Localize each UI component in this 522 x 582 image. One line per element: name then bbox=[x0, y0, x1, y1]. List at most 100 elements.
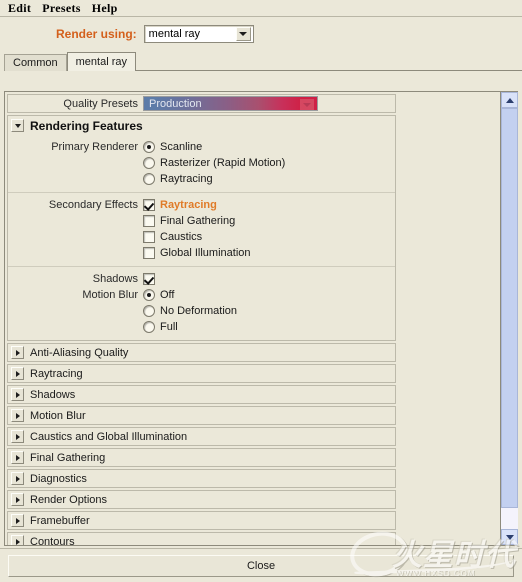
radio-rasterizer[interactable] bbox=[143, 156, 155, 169]
rollout-title-text: Rendering Features bbox=[30, 118, 143, 133]
row-secondary-raytracing[interactable]: Secondary Effects Raytracing bbox=[8, 197, 395, 212]
rollout-header-contours[interactable]: Contours bbox=[7, 532, 396, 545]
menu-bar: Edit Presets Help bbox=[0, 0, 522, 17]
checkbox-label-raytracing: Raytracing bbox=[160, 198, 217, 211]
rollout-title-text: Shadows bbox=[30, 388, 76, 401]
rollout-title-text: Final Gathering bbox=[30, 451, 106, 464]
radio-motion-blur-full[interactable] bbox=[143, 320, 155, 333]
radio-label-motion-blur-off: Off bbox=[160, 288, 175, 301]
menu-item-presets[interactable]: Presets bbox=[38, 1, 88, 16]
rollout-title-text: Framebuffer bbox=[30, 514, 90, 527]
triangle-right-icon[interactable] bbox=[11, 388, 24, 401]
quality-presets-row: Quality Presets Production bbox=[7, 94, 396, 113]
rollout-header-diagnostics[interactable]: Diagnostics bbox=[7, 469, 396, 488]
radio-motion-blur-no-deformation[interactable] bbox=[143, 304, 155, 317]
rollout-list: Quality Presets Production Rendering Fea… bbox=[5, 92, 396, 545]
row-primary-renderer-raytracing[interactable]: Raytracing bbox=[8, 171, 395, 186]
radio-scanline[interactable] bbox=[143, 140, 155, 153]
triangle-right-icon[interactable] bbox=[11, 493, 24, 506]
checkbox-label-final-gathering: Final Gathering bbox=[160, 214, 236, 227]
rollout-title-text: Contours bbox=[30, 535, 75, 546]
rollout-header-rendering-features[interactable]: Rendering Features bbox=[8, 116, 395, 135]
render-using-label: Render using: bbox=[56, 27, 137, 41]
triangle-right-icon[interactable] bbox=[11, 430, 24, 443]
checkbox-shadows[interactable] bbox=[143, 272, 155, 285]
arrow-up-icon bbox=[505, 97, 514, 103]
row-motion-blur-full[interactable]: Full bbox=[8, 319, 395, 334]
triangle-right-icon[interactable] bbox=[11, 409, 24, 422]
checkbox-caustics[interactable] bbox=[143, 230, 155, 243]
checkbox-raytracing[interactable] bbox=[143, 198, 155, 211]
rollout-title-text: Render Options bbox=[30, 493, 108, 506]
checkbox-final-gathering[interactable] bbox=[143, 214, 155, 227]
rollout-header-shadows[interactable]: Shadows bbox=[7, 385, 396, 404]
tab-mental-ray[interactable]: mental ray bbox=[66, 52, 136, 71]
rollout-header-caustics-and-global-illumination[interactable]: Caustics and Global Illumination bbox=[7, 427, 396, 446]
secondary-effects-label: Secondary Effects bbox=[48, 198, 138, 211]
checkbox-label-global-illumination: Global Illumination bbox=[160, 246, 251, 259]
checkbox-global-illumination[interactable] bbox=[143, 246, 155, 259]
vertical-scrollbar[interactable] bbox=[500, 92, 518, 545]
tab-strip: Common mental ray bbox=[0, 51, 522, 71]
triangle-right-icon[interactable] bbox=[11, 451, 24, 464]
rollout-scrollport: Quality Presets Production Rendering Fea… bbox=[5, 92, 500, 545]
chevron-down-icon[interactable] bbox=[300, 99, 314, 110]
chevron-down-icon[interactable] bbox=[235, 27, 251, 41]
scroll-up-button[interactable] bbox=[501, 92, 518, 108]
triangle-down-icon[interactable] bbox=[11, 119, 24, 132]
row-secondary-caustics[interactable]: Caustics bbox=[8, 229, 395, 244]
rollout-header-anti-aliasing-quality[interactable]: Anti-Aliasing Quality bbox=[7, 343, 396, 362]
rollout-header-final-gathering[interactable]: Final Gathering bbox=[7, 448, 396, 467]
triangle-right-icon[interactable] bbox=[11, 535, 24, 545]
menu-item-edit[interactable]: Edit bbox=[4, 1, 38, 16]
rollout-title-text: Caustics and Global Illumination bbox=[30, 430, 188, 443]
triangle-right-icon[interactable] bbox=[11, 514, 24, 527]
triangle-right-icon[interactable] bbox=[11, 346, 24, 359]
radio-label-rasterizer: Rasterizer (Rapid Motion) bbox=[160, 156, 286, 169]
row-primary-renderer-scanline[interactable]: Primary Renderer Scanline bbox=[8, 139, 395, 154]
checkbox-label-caustics: Caustics bbox=[160, 230, 203, 243]
rollout-title-text: Motion Blur bbox=[30, 409, 86, 422]
triangle-right-icon[interactable] bbox=[11, 472, 24, 485]
rollout-header-motion-blur[interactable]: Motion Blur bbox=[7, 406, 396, 425]
arrow-down-icon bbox=[505, 534, 514, 540]
row-motion-blur-off[interactable]: Motion Blur Off bbox=[8, 287, 395, 302]
rollout-title-text: Anti-Aliasing Quality bbox=[30, 346, 129, 359]
quality-presets-value: Production bbox=[149, 97, 202, 110]
footer-bar: Close bbox=[0, 548, 522, 582]
row-motion-blur-no-deformation[interactable]: No Deformation bbox=[8, 303, 395, 318]
radio-label-scanline: Scanline bbox=[160, 140, 203, 153]
rollout-rendering-features: Rendering Features Primary Renderer Scan… bbox=[7, 115, 396, 341]
scrollbar-thumb[interactable] bbox=[501, 108, 518, 508]
radio-label-motion-blur-no-deformation: No Deformation bbox=[160, 304, 238, 317]
radio-raytracing[interactable] bbox=[143, 172, 155, 185]
row-shadows[interactable]: Shadows bbox=[8, 271, 395, 286]
group-primary-renderer: Primary Renderer Scanline Rasterizer (Ra… bbox=[8, 135, 395, 192]
render-using-bar: Render using: mental ray bbox=[0, 17, 522, 51]
tab-filler bbox=[135, 69, 522, 71]
quality-presets-label: Quality Presets bbox=[63, 97, 138, 110]
shadows-label: Shadows bbox=[92, 272, 138, 285]
radio-label-raytracing: Raytracing bbox=[160, 172, 213, 185]
row-secondary-global-illumination[interactable]: Global Illumination bbox=[8, 245, 395, 260]
scroll-down-button[interactable] bbox=[501, 529, 518, 545]
rollout-header-framebuffer[interactable]: Framebuffer bbox=[7, 511, 396, 530]
renderer-dropdown-value: mental ray bbox=[148, 28, 201, 40]
rollout-header-raytracing[interactable]: Raytracing bbox=[7, 364, 396, 383]
rollout-panel: Quality Presets Production Rendering Fea… bbox=[4, 91, 518, 546]
row-primary-renderer-rasterizer[interactable]: Rasterizer (Rapid Motion) bbox=[8, 155, 395, 170]
close-button[interactable]: Close bbox=[8, 554, 514, 577]
radio-motion-blur-off[interactable] bbox=[143, 288, 155, 301]
triangle-right-icon[interactable] bbox=[11, 367, 24, 380]
renderer-dropdown[interactable]: mental ray bbox=[143, 25, 254, 43]
menu-item-help[interactable]: Help bbox=[88, 1, 125, 16]
row-secondary-final-gathering[interactable]: Final Gathering bbox=[8, 213, 395, 228]
group-secondary-effects: Secondary Effects Raytracing Final Gathe… bbox=[8, 192, 395, 266]
scrollbar-track[interactable] bbox=[501, 108, 518, 529]
motion-blur-label: Motion Blur bbox=[82, 288, 138, 301]
rollout-header-render-options[interactable]: Render Options bbox=[7, 490, 396, 509]
quality-presets-dropdown[interactable]: Production bbox=[143, 96, 318, 111]
primary-renderer-label: Primary Renderer bbox=[51, 140, 138, 153]
rollout-title-text: Raytracing bbox=[30, 367, 83, 380]
tab-common[interactable]: Common bbox=[4, 54, 67, 71]
